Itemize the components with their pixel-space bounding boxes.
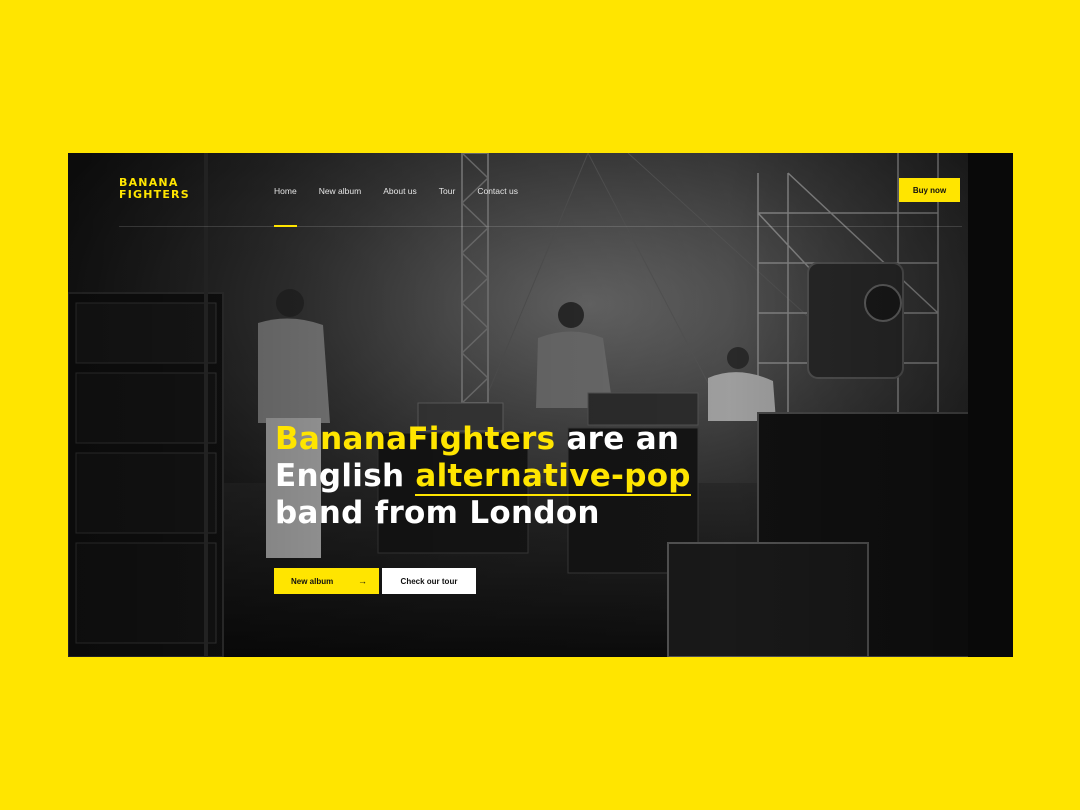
buy-now-button[interactable]: Buy now: [899, 178, 960, 202]
header-divider: [119, 226, 962, 227]
arrow-right-icon: →: [358, 576, 367, 586]
nav-item-new-album[interactable]: New album: [319, 186, 362, 196]
headline-line-2: English alternative-pop: [275, 458, 691, 496]
active-nav-indicator: [274, 225, 297, 227]
hero-section: BANANA FIGHTERS Home New album About us …: [68, 153, 1013, 657]
genre-highlight: alternative-pop: [415, 458, 691, 496]
new-album-label: New album: [291, 576, 334, 586]
nav-item-home[interactable]: Home: [274, 186, 297, 196]
headline-line-3: band from London: [275, 495, 600, 531]
logo-line-2: FIGHTERS: [119, 188, 190, 201]
headline-text-1: are an: [555, 421, 680, 457]
headline-line-1: BananaFighters are an: [275, 421, 691, 458]
brand-logo[interactable]: BANANA FIGHTERS: [119, 177, 190, 201]
headline-text-2: English: [275, 458, 416, 494]
check-tour-button[interactable]: Check our tour: [382, 568, 476, 594]
band-name: BananaFighters: [275, 421, 556, 457]
cta-group: New album → Check our tour: [274, 568, 476, 594]
new-album-button[interactable]: New album →: [274, 568, 379, 594]
nav-item-contact-us[interactable]: Contact us: [477, 186, 518, 196]
nav-item-tour[interactable]: Tour: [439, 186, 456, 196]
main-nav: Home New album About us Tour Contact us: [274, 186, 518, 196]
hero-headline: BananaFighters are an English alternativ…: [275, 421, 691, 532]
background-overlay: [68, 153, 1013, 657]
nav-item-about-us[interactable]: About us: [383, 186, 417, 196]
